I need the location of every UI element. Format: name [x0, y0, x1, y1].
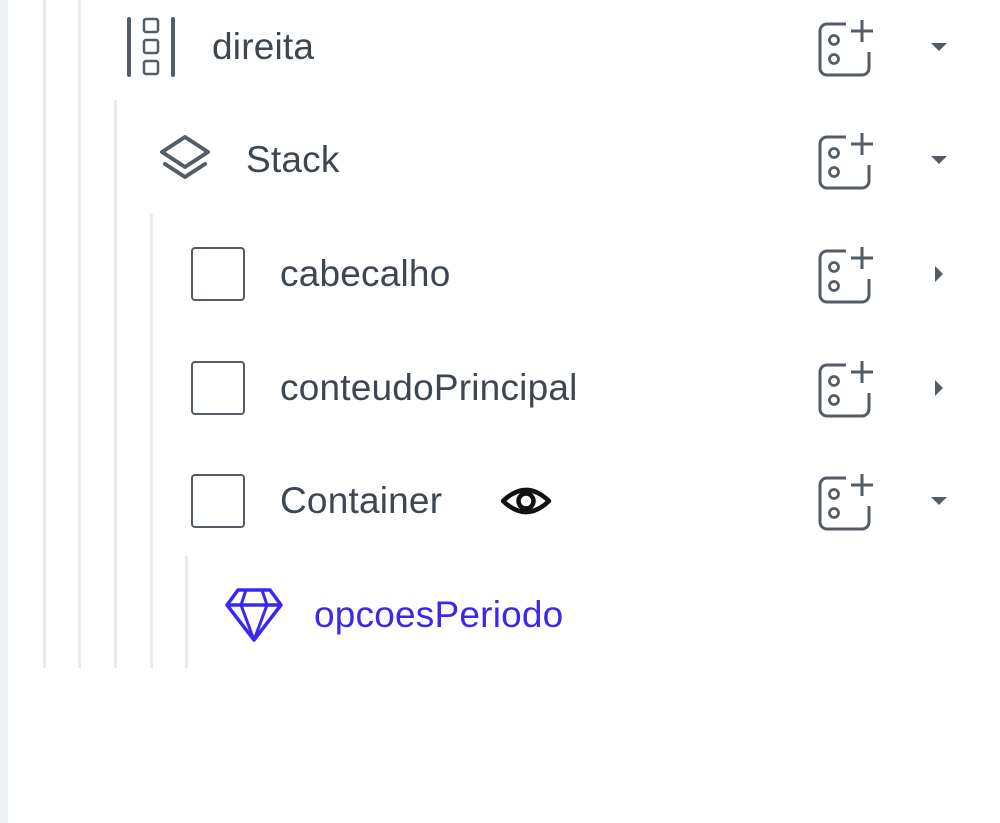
- column-layout-icon: [124, 15, 178, 79]
- tree-item-stack[interactable]: Stack: [0, 110, 1000, 210]
- add-widget-icon[interactable]: [812, 127, 878, 193]
- tree-item-direita[interactable]: direita: [0, 0, 1000, 97]
- container-box-icon: [191, 247, 245, 301]
- diamond-component-icon: [224, 586, 284, 644]
- caret-down-icon[interactable]: [922, 484, 956, 518]
- tree-item-label: conteudoPrincipal: [280, 367, 578, 408]
- tree-item-label: cabecalho: [280, 253, 451, 294]
- add-widget-icon[interactable]: [812, 241, 878, 307]
- add-widget-icon[interactable]: [812, 355, 878, 421]
- add-widget-icon[interactable]: [812, 468, 878, 534]
- caret-right-icon[interactable]: [922, 371, 956, 405]
- container-box-icon: [191, 361, 245, 415]
- layers-icon: [157, 132, 213, 188]
- caret-down-icon[interactable]: [922, 143, 956, 177]
- caret-right-icon[interactable]: [922, 257, 956, 291]
- tree-item-label: direita: [212, 26, 315, 67]
- tree-item-label: opcoesPeriodo: [314, 594, 564, 635]
- container-box-icon: [191, 474, 245, 528]
- tree-item-opcoesperiodo[interactable]: opcoesPeriodo: [0, 565, 1000, 665]
- tree-item-container[interactable]: Container: [0, 451, 1000, 551]
- caret-down-icon[interactable]: [922, 30, 956, 64]
- tree-item-cabecalho[interactable]: cabecalho: [0, 224, 1000, 324]
- tree-item-label: Container: [280, 480, 443, 521]
- tree-item-label: Stack: [246, 139, 340, 180]
- tree-item-conteudoprincipal[interactable]: conteudoPrincipal: [0, 338, 1000, 438]
- add-widget-icon[interactable]: [812, 14, 878, 80]
- eye-icon[interactable]: [496, 481, 556, 521]
